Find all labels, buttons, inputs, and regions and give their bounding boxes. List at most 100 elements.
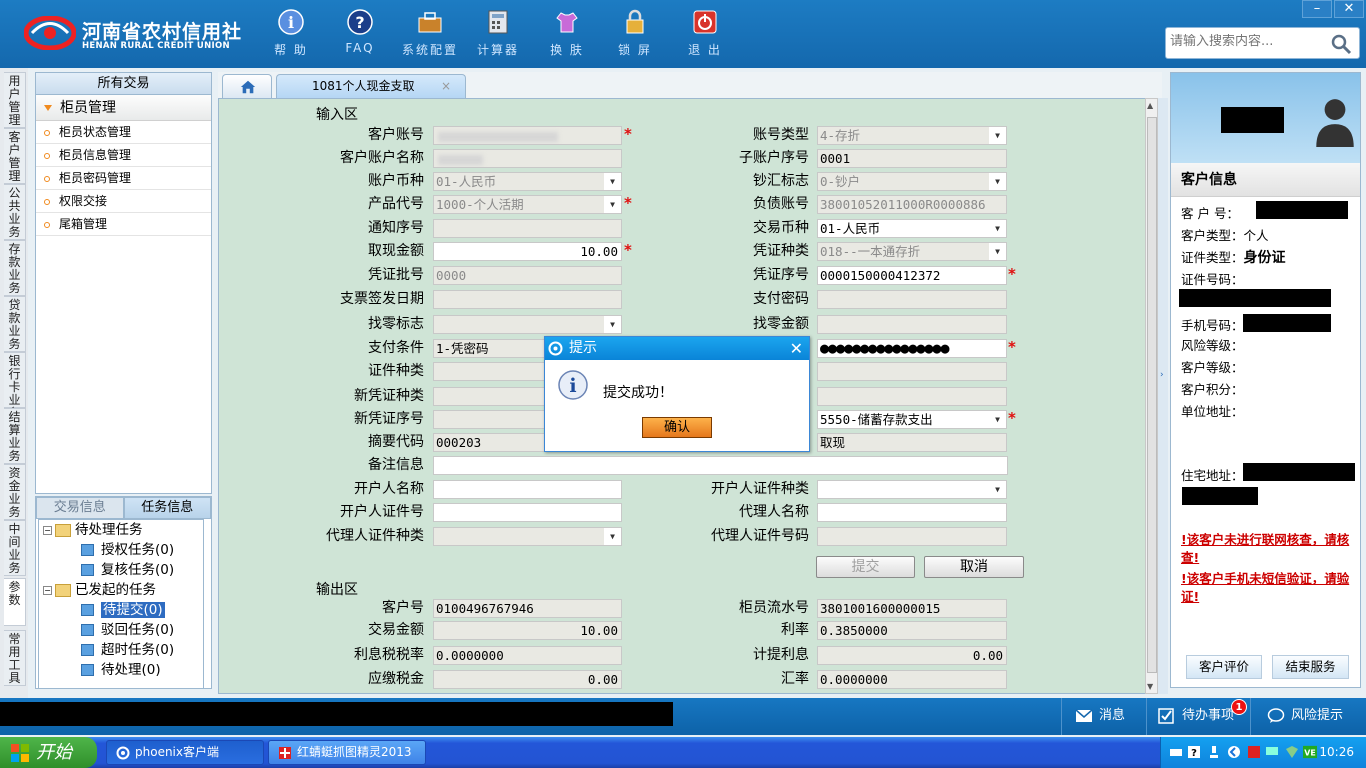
- tab-task-info[interactable]: 任务信息: [123, 497, 211, 519]
- input-field[interactable]: 1-凭密码: [433, 339, 548, 358]
- sms-warning-link[interactable]: !该客户手机未短信验证，请验证!: [1181, 570, 1359, 606]
- tree-pending-tasks[interactable]: − 待处理任务: [43, 520, 143, 540]
- home-tab[interactable]: [222, 74, 272, 98]
- input-field[interactable]: [817, 503, 1007, 522]
- help-button[interactable]: i 帮 助: [256, 8, 326, 62]
- vtab-common-tools[interactable]: 常用工具: [4, 630, 26, 686]
- tree-review-tasks[interactable]: 复核任务(0): [81, 560, 174, 580]
- input-field[interactable]: [817, 387, 1007, 406]
- input-field[interactable]: [817, 362, 1007, 381]
- help-tray-icon[interactable]: ?: [1187, 745, 1201, 759]
- menu-permission-handover[interactable]: 权限交接: [36, 190, 211, 213]
- monitor-icon[interactable]: [1265, 745, 1279, 759]
- lock-screen-button[interactable]: 锁 屏: [600, 8, 670, 62]
- menu-tail-box[interactable]: 尾箱管理: [36, 213, 211, 236]
- scroll-thumb[interactable]: [1147, 117, 1157, 673]
- input-field[interactable]: 018--一本通存折 ▼: [817, 242, 1007, 261]
- security-icon[interactable]: [1285, 745, 1299, 759]
- input-field[interactable]: 4-存折 ▼: [817, 126, 1007, 145]
- close-window-button[interactable]: ✕: [1334, 0, 1364, 18]
- dropdown-arrow-icon[interactable]: ▼: [604, 528, 621, 545]
- system-config-button[interactable]: 系统配置: [395, 8, 465, 62]
- todo-button[interactable]: 待办事项: [1158, 706, 1234, 726]
- ve-icon[interactable]: VE: [1303, 745, 1317, 759]
- vtab-loan-business[interactable]: 贷款业务: [4, 296, 26, 352]
- input-field[interactable]: [817, 290, 1007, 309]
- input-field[interactable]: 5550-储蓄存款支出 ▼: [817, 410, 1007, 429]
- start-button[interactable]: 开始: [0, 737, 97, 768]
- input-field[interactable]: 10.00: [433, 242, 622, 261]
- dropdown-arrow-icon[interactable]: ▼: [989, 243, 1006, 260]
- collapse-icon[interactable]: −: [43, 525, 52, 535]
- messages-button[interactable]: 消息: [1075, 706, 1125, 726]
- input-field[interactable]: ●●●●●●●●●●●●●●●●: [817, 339, 1007, 358]
- input-field[interactable]: 01-人民币 ▼: [817, 219, 1007, 238]
- input-field[interactable]: 0001: [817, 149, 1007, 168]
- input-field[interactable]: [433, 149, 622, 168]
- panel-splitter[interactable]: ›: [1158, 98, 1168, 694]
- change-skin-button[interactable]: 换 肤: [532, 8, 602, 62]
- dropdown-arrow-icon[interactable]: ▼: [604, 173, 621, 190]
- cancel-button[interactable]: 取消: [924, 556, 1024, 578]
- vtab-settlement-business[interactable]: 结算业务: [4, 408, 26, 464]
- search-icon[interactable]: [1329, 32, 1353, 56]
- input-field[interactable]: 38001052011000R0000886: [817, 195, 1007, 214]
- tree-auth-tasks[interactable]: 授权任务(0): [81, 540, 174, 560]
- keyboard-icon[interactable]: [1169, 745, 1183, 759]
- dropdown-arrow-icon[interactable]: ▼: [989, 127, 1006, 144]
- vtab-parameters[interactable]: 参数: [4, 578, 26, 626]
- input-field[interactable]: [433, 219, 622, 238]
- input-field[interactable]: [433, 456, 1008, 475]
- input-field[interactable]: 取现: [817, 433, 1007, 452]
- dropdown-arrow-icon[interactable]: ▼: [989, 411, 1006, 428]
- tree-to-submit[interactable]: 待提交(0): [81, 600, 165, 620]
- dropdown-arrow-icon[interactable]: ▼: [989, 220, 1006, 237]
- input-field[interactable]: 0000: [433, 266, 622, 285]
- collapse-arrow-icon[interactable]: ›: [1160, 370, 1164, 380]
- network-icon[interactable]: [1207, 745, 1221, 759]
- taskbar-phoenix-client[interactable]: phoenix客户端: [106, 740, 264, 765]
- dropdown-arrow-icon[interactable]: ▼: [604, 316, 621, 333]
- input-field[interactable]: ▼: [433, 315, 622, 334]
- menu-teller-password[interactable]: 柜员密码管理: [36, 167, 211, 190]
- show-hidden-icons[interactable]: [1227, 745, 1241, 759]
- input-field[interactable]: [817, 315, 1007, 334]
- vtab-user-management[interactable]: 用户管理: [4, 72, 26, 128]
- input-field[interactable]: [433, 503, 622, 522]
- vtab-middle-business[interactable]: 中间业务: [4, 520, 26, 576]
- vtab-public-business[interactable]: 公共业务: [4, 184, 26, 240]
- menu-teller-info[interactable]: 柜员信息管理: [36, 144, 211, 167]
- close-tab-icon[interactable]: ×: [441, 75, 451, 97]
- input-field[interactable]: [817, 527, 1007, 546]
- vtab-customer-management[interactable]: 客户管理: [4, 128, 26, 184]
- vtab-deposit-business[interactable]: 存款业务: [4, 240, 26, 296]
- input-field[interactable]: 1000-个人活期 ▼: [433, 195, 622, 214]
- dropdown-arrow-icon[interactable]: ▼: [989, 481, 1006, 498]
- input-field[interactable]: 0-钞户 ▼: [817, 172, 1007, 191]
- scroll-down-icon[interactable]: ▼: [1147, 682, 1153, 691]
- taskbar-screenshot-tool[interactable]: 红蜻蜓抓图精灵2013: [268, 740, 426, 765]
- risk-alert-button[interactable]: 风险提示: [1267, 706, 1343, 726]
- vtab-fund-business[interactable]: 资金业务: [4, 464, 26, 520]
- input-field[interactable]: 01-人民币 ▼: [433, 172, 622, 191]
- tab-transaction-info[interactable]: 交易信息: [36, 497, 124, 519]
- teller-management-section[interactable]: 柜员管理: [36, 95, 211, 121]
- exit-button[interactable]: 退 出: [670, 8, 740, 62]
- submit-button[interactable]: 提交: [816, 556, 915, 578]
- screenshot-tray-icon[interactable]: [1247, 745, 1261, 759]
- input-field[interactable]: [433, 126, 622, 145]
- end-service-button[interactable]: 结束服务: [1272, 655, 1349, 679]
- tab-cash-withdrawal[interactable]: 1081个人现金支取 ×: [276, 74, 466, 98]
- input-field[interactable]: ▼: [817, 480, 1007, 499]
- input-field[interactable]: ▼: [433, 527, 622, 546]
- verify-warning-link[interactable]: !该客户未进行联网核查，请核查!: [1181, 531, 1359, 567]
- input-field[interactable]: 0000150000412372: [817, 266, 1007, 285]
- dialog-close-icon[interactable]: ✕: [790, 337, 803, 360]
- dropdown-arrow-icon[interactable]: ▼: [604, 196, 621, 213]
- faq-button[interactable]: ? FAQ: [325, 8, 395, 62]
- tree-rejected-tasks[interactable]: 驳回任务(0): [81, 620, 174, 640]
- confirm-button[interactable]: 确认: [642, 417, 712, 438]
- minimize-button[interactable]: –: [1302, 0, 1332, 18]
- tree-to-process[interactable]: 待处理(0): [81, 660, 161, 680]
- input-field[interactable]: [433, 480, 622, 499]
